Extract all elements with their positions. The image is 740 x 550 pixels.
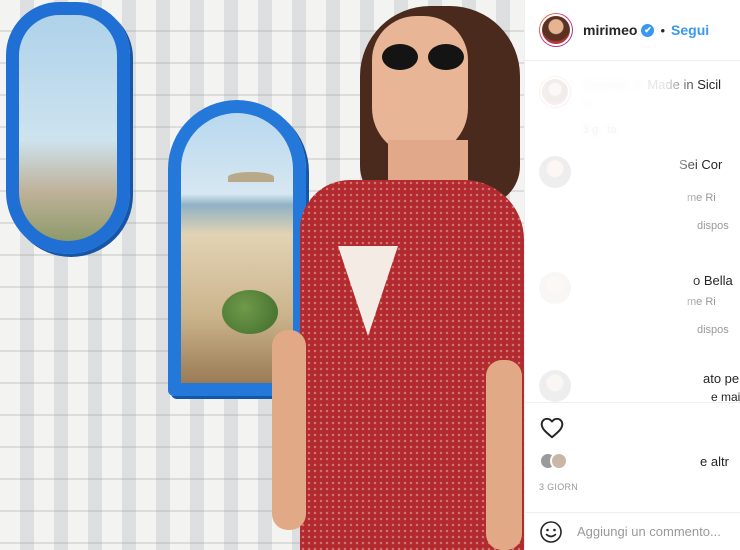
comment-item: o Bella me Ri dispos [539,272,740,336]
comment-input[interactable] [577,524,737,539]
woman-arm-left [272,330,306,530]
beach-umbrella-reflection [228,172,274,182]
blue-mirror-left [6,2,130,254]
post-side-panel: mirimeo ✔ • Segui mirimeo ✔ Made in Sici… [524,0,740,550]
emoji-icon[interactable] [539,520,563,544]
likes-row: e altr [539,452,739,470]
view-replies-link[interactable]: dispos [583,220,740,232]
comment-item: Sei Cor me Ri dispos [539,156,740,232]
commenter-avatar[interactable] [539,156,571,188]
comment-meta[interactable]: me Ri [583,296,740,308]
post-header: mirimeo ✔ • Segui [525,0,740,61]
post-photo[interactable] [0,0,524,550]
comment-text: ato per [703,371,740,386]
post-actions-bar [525,402,740,452]
comment-text-continued: e mai. [711,390,740,402]
header-separator: • [660,22,666,38]
add-comment-bar [525,512,740,550]
post-date: 3 GIORN [539,482,579,492]
author-username[interactable]: mirimeo [583,22,637,38]
comment-text: o Bella [693,273,733,288]
woman-face [372,16,468,156]
comment-text: Sei Cor [679,157,723,172]
sunglasses [378,44,470,70]
likes-text[interactable]: e altr [700,454,729,469]
commenter-avatar[interactable] [539,272,571,304]
verified-badge-icon: ✔ [641,23,655,37]
caption-item: mirimeo ✔ Made in Sicil #. 3 g ta [539,76,740,136]
comments-list[interactable]: mirimeo ✔ Made in Sicil #. 3 g ta Sei Co… [525,62,740,402]
commenter-avatar[interactable] [539,76,571,108]
plant-reflection [222,290,278,334]
heart-icon[interactable] [539,415,565,441]
caption-text: Made in Sicil [647,77,722,92]
commenter-avatar[interactable] [539,370,571,402]
liker-avatar [550,452,568,470]
comment-item: ato per e mai. [539,370,740,402]
comment-meta[interactable]: me Ri [583,192,740,204]
view-replies-link[interactable]: dispos [583,324,740,336]
author-avatar[interactable] [539,13,573,47]
follow-button[interactable]: Segui [671,22,709,38]
woman-arm-right [486,360,522,550]
